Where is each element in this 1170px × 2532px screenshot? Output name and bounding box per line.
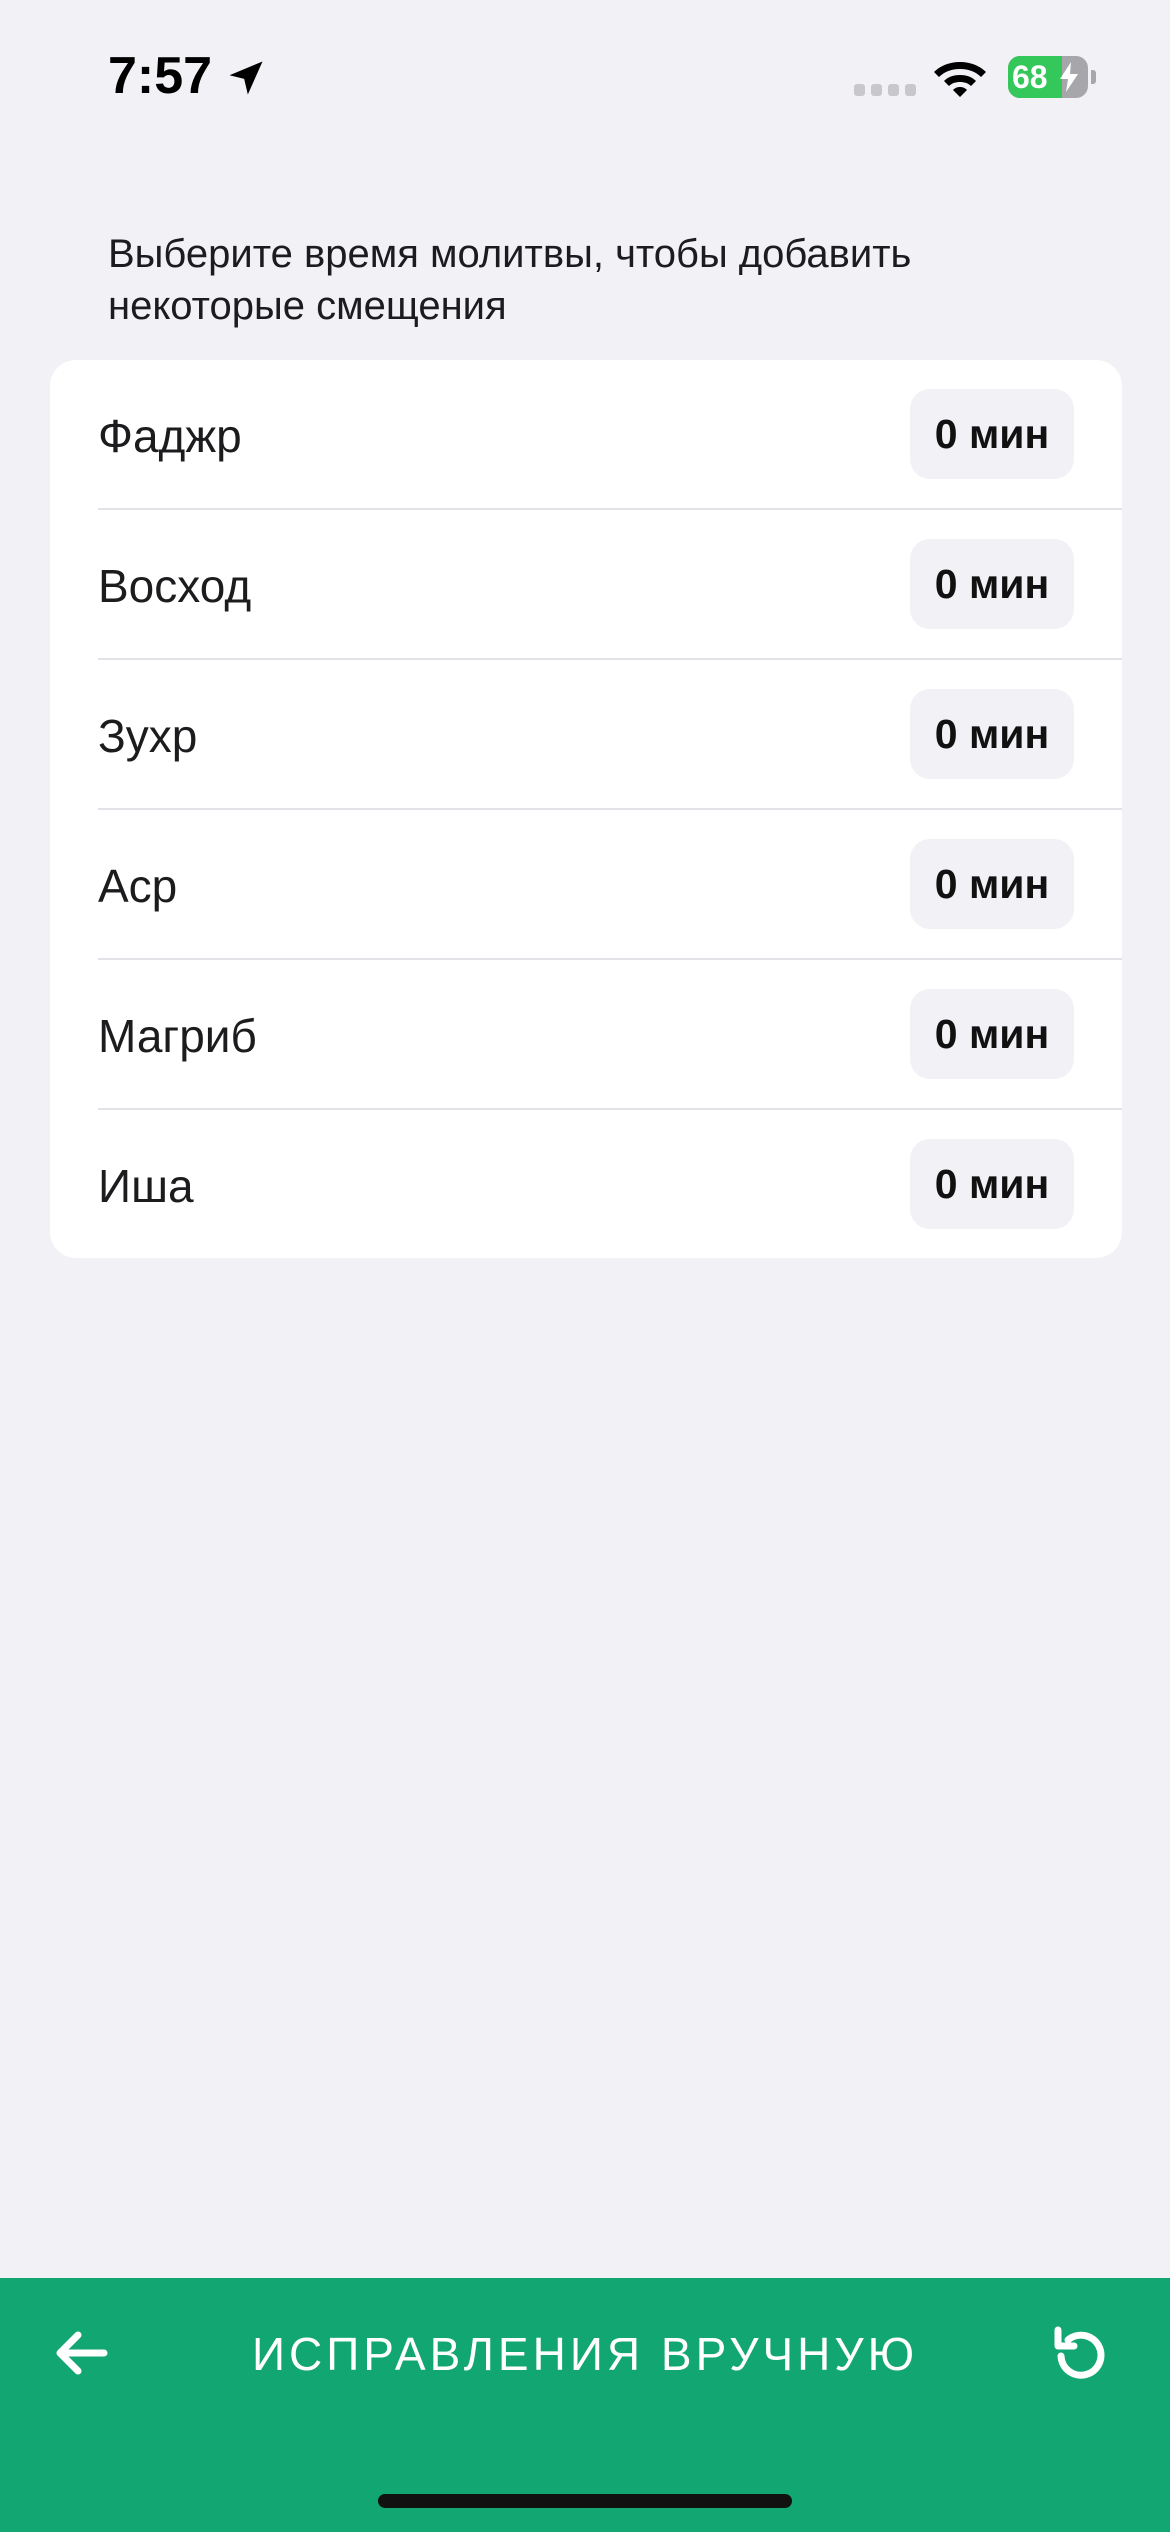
wifi-icon (934, 62, 986, 97)
battery-tip (1091, 70, 1096, 84)
offset-value-button[interactable]: 0 мин (910, 1139, 1074, 1229)
status-bar: 7:57 68 (0, 0, 1170, 160)
offset-value-button[interactable]: 0 мин (910, 689, 1074, 779)
offset-row-label: Магриб (98, 1010, 257, 1062)
status-time: 7:57 (108, 47, 213, 105)
offset-value-button[interactable]: 0 мин (910, 989, 1074, 1079)
offset-row-sunrise[interactable]: Восход 0 мин (50, 510, 1122, 660)
offset-value-button[interactable]: 0 мин (910, 389, 1074, 479)
offset-row-label: Аср (98, 860, 178, 912)
offset-row-label: Восход (98, 560, 252, 612)
reset-icon[interactable] (1046, 2318, 1116, 2388)
offset-row-label: Фаджр (98, 410, 242, 462)
arrow-left-icon[interactable] (46, 2318, 116, 2388)
screen: 7:57 68 Выберите время молитвы, чтобы до… (0, 0, 1170, 2532)
battery-charging-icon: 68 (1008, 56, 1096, 98)
offset-row-asr[interactable]: Аср 0 мин (50, 810, 1122, 960)
offset-row-label: Зухр (98, 710, 198, 762)
offset-row-dhuhr[interactable]: Зухр 0 мин (50, 660, 1122, 810)
toolbar-title: ИСПРАВЛЕНИЯ ВРУЧНУЮ (251, 2328, 919, 2380)
offset-row-isha[interactable]: Иша 0 мин (50, 1110, 1122, 1258)
offset-row-label: Иша (98, 1160, 194, 1212)
offset-value-button[interactable]: 0 мин (910, 539, 1074, 629)
offset-row-maghrib[interactable]: Магриб 0 мин (50, 960, 1122, 1110)
prayer-offset-list: Фаджр 0 мин Восход 0 мин Зухр 0 мин Аср … (50, 360, 1122, 1258)
battery-body: 68 (1008, 56, 1088, 98)
location-arrow-icon (229, 61, 263, 95)
battery-level: 68 (1012, 59, 1048, 95)
home-indicator (378, 2494, 792, 2508)
bolt-icon (1060, 62, 1078, 92)
cellular-signal-icon (854, 84, 916, 96)
offset-row-fajr[interactable]: Фаджр 0 мин (50, 360, 1122, 510)
instruction-text: Выберите время молитвы, чтобы добавить н… (108, 232, 912, 328)
offset-value-button[interactable]: 0 мин (910, 839, 1074, 929)
